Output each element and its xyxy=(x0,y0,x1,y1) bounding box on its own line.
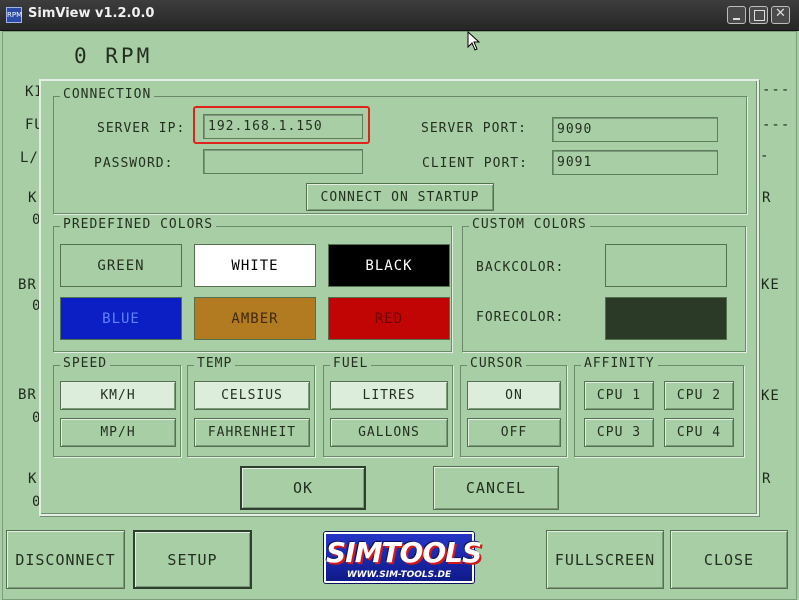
server-port-input[interactable]: 9090 xyxy=(552,117,718,142)
disconnect-button[interactable]: DISCONNECT xyxy=(6,530,125,589)
affinity-cpu4-button[interactable]: CPU 4 xyxy=(664,418,734,447)
connect-on-startup-toggle[interactable]: CONNECT ON STARTUP xyxy=(306,183,494,211)
color-green-button[interactable]: GREEN xyxy=(60,244,182,287)
color-blue-button[interactable]: BLUE xyxy=(60,297,182,340)
color-amber-button[interactable]: AMBER xyxy=(194,297,316,340)
dash-label-right-2: --- xyxy=(762,117,791,133)
predefined-colors-group: PREDEFINED COLORS GREEN WHITE BLACK BLUE… xyxy=(53,217,452,352)
fuel-gallons-button[interactable]: GALLONS xyxy=(330,418,448,447)
temp-title: TEMP xyxy=(194,356,236,372)
custom-colors-group: CUSTOM COLORS BACKCOLOR: FORECOLOR: xyxy=(462,217,746,352)
close-button[interactable]: CLOSE xyxy=(670,530,788,589)
connection-group: CONNECTION SERVER IP: 192.168.1.150 PASS… xyxy=(53,87,747,214)
minimize-button[interactable] xyxy=(727,6,746,24)
logo-url: WWW.SIM-TOOLS.DE xyxy=(346,570,452,580)
dash-label-right-4: R xyxy=(762,190,772,206)
server-ip-label: SERVER IP: xyxy=(97,121,186,136)
dash-label-left-10: K xyxy=(28,471,38,487)
logo-wordmark: SIMTOOLS xyxy=(326,536,482,569)
simtools-logo: SIMTOOLS WWW.SIM-TOOLS.DE xyxy=(324,532,482,583)
server-ip-highlight xyxy=(193,106,370,144)
color-black-button[interactable]: BLACK xyxy=(328,244,450,287)
dash-label-left-8: BR xyxy=(18,387,37,403)
dash-label-right-7: R xyxy=(762,471,772,487)
cursor-off-button[interactable]: OFF xyxy=(467,418,561,447)
cursor-title: CURSOR xyxy=(467,356,526,372)
color-white-button[interactable]: WHITE xyxy=(194,244,316,287)
custom-colors-title: CUSTOM COLORS xyxy=(469,217,590,233)
speed-kmh-button[interactable]: KM/H xyxy=(60,381,176,410)
connection-title: CONNECTION xyxy=(60,87,155,103)
dash-label-right-6: KE xyxy=(761,388,780,404)
affinity-cpu3-button[interactable]: CPU 3 xyxy=(584,418,654,447)
forecolor-picker[interactable] xyxy=(605,297,727,340)
dash-label-right-1: --- xyxy=(762,82,791,98)
ok-button[interactable]: OK xyxy=(240,466,366,510)
temp-group: TEMP CELSIUS FAHRENHEIT xyxy=(187,356,315,457)
dash-label-right-3: - xyxy=(760,148,770,164)
cancel-button[interactable]: CANCEL xyxy=(433,466,559,510)
window-title: SimView v1.2.0.0 xyxy=(28,6,155,21)
title-bar[interactable]: RPM SimView v1.2.0.0 ✕ xyxy=(0,0,799,31)
setup-dialog: CONNECTION SERVER IP: 192.168.1.150 PASS… xyxy=(39,79,759,516)
fullscreen-button[interactable]: FULLSCREEN xyxy=(546,530,664,589)
client-port-input[interactable]: 9091 xyxy=(552,150,718,175)
speed-group: SPEED KM/H MP/H xyxy=(53,356,181,457)
server-port-label: SERVER PORT: xyxy=(421,121,527,136)
dash-label-left-3: L/ xyxy=(20,150,39,166)
setup-button[interactable]: SETUP xyxy=(133,530,252,589)
fuel-title: FUEL xyxy=(330,356,372,372)
dash-label-left-6: BR xyxy=(18,277,37,293)
color-red-button[interactable]: RED xyxy=(328,297,450,340)
mouse-pointer-icon xyxy=(467,31,481,51)
fuel-group: FUEL LITRES GALLONS xyxy=(323,356,453,457)
password-label: PASSWORD: xyxy=(94,156,174,171)
dash-label-right-5: KE xyxy=(761,277,780,293)
affinity-cpu1-button[interactable]: CPU 1 xyxy=(584,381,654,410)
speed-title: SPEED xyxy=(60,356,111,372)
maximize-button[interactable] xyxy=(749,6,768,24)
cursor-group: CURSOR ON OFF xyxy=(460,356,567,457)
forecolor-label: FORECOLOR: xyxy=(476,310,565,325)
fuel-litres-button[interactable]: LITRES xyxy=(330,381,448,410)
temp-fahrenheit-button[interactable]: FAHRENHEIT xyxy=(194,418,310,447)
rpm-readout: 0 RPM xyxy=(74,44,153,68)
backcolor-picker[interactable] xyxy=(605,244,727,287)
affinity-group: AFFINITY CPU 1 CPU 2 CPU 3 CPU 4 xyxy=(574,356,744,457)
affinity-title: AFFINITY xyxy=(581,356,658,372)
cursor-on-button[interactable]: ON xyxy=(467,381,561,410)
app-icon-label: RPM xyxy=(7,11,23,19)
predefined-colors-title: PREDEFINED COLORS xyxy=(60,217,217,233)
dash-label-left-4: K xyxy=(28,190,38,206)
speed-mph-button[interactable]: MP/H xyxy=(60,418,176,447)
close-icon: ✕ xyxy=(775,6,786,21)
close-window-button[interactable]: ✕ xyxy=(771,6,790,24)
temp-celsius-button[interactable]: CELSIUS xyxy=(194,381,310,410)
client-port-label: CLIENT PORT: xyxy=(422,156,528,171)
backcolor-label: BACKCOLOR: xyxy=(476,260,565,275)
app-icon: RPM xyxy=(6,7,22,23)
password-input[interactable] xyxy=(203,149,363,174)
affinity-cpu2-button[interactable]: CPU 2 xyxy=(664,381,734,410)
